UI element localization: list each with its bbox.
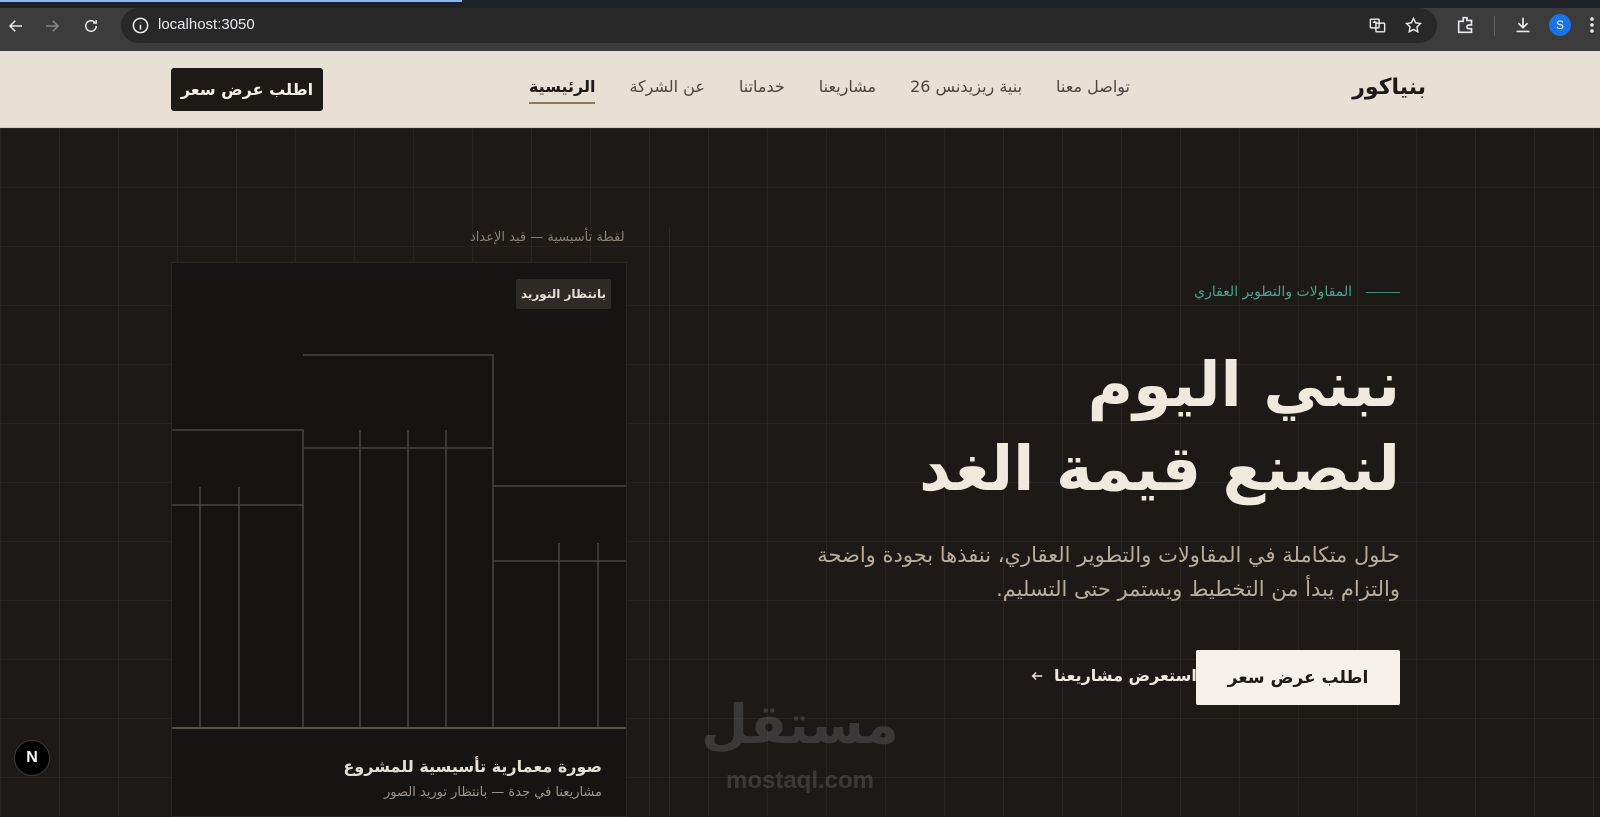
eyebrow-line — [1366, 291, 1400, 293]
info-icon[interactable] — [131, 16, 150, 35]
nav-contact[interactable]: تواصل معنا — [1056, 77, 1130, 104]
divider-line — [669, 228, 670, 817]
architectural-sketch — [172, 354, 626, 729]
reload-icon[interactable] — [77, 12, 105, 40]
nav-about[interactable]: عن الشركة — [629, 77, 704, 104]
nextjs-dev-indicator[interactable]: N — [14, 740, 50, 776]
toolbar-separator — [1494, 16, 1495, 36]
site-header: بنياكور الرئيسية عن الشركة خدماتنا مشاري… — [0, 51, 1600, 128]
forward-icon[interactable] — [38, 12, 66, 40]
active-tab-indicator — [0, 0, 462, 2]
watermark-arabic: مستقل — [701, 693, 899, 756]
status-badge: بانتظار التوريد — [516, 279, 611, 309]
hero-title-line-1: نبني اليوم — [1087, 348, 1400, 421]
hero-title-line-2: لنصنع قيمة الغد — [919, 432, 1400, 505]
back-icon[interactable] — [2, 12, 30, 40]
nav-services[interactable]: خدماتنا — [739, 77, 785, 104]
view-projects-label: استعرض مشاريعنا — [1054, 666, 1197, 685]
hero-quote-button[interactable]: اطلب عرض سعر — [1196, 650, 1400, 705]
hero-description: حلول متكاملة في المقاولات والتطوير العقا… — [817, 543, 1400, 601]
extensions-icon[interactable] — [1455, 14, 1477, 36]
nav-residence-26[interactable]: بنية ريزيدنس 26 — [910, 77, 1022, 104]
watermark-latin: mostaql.com — [725, 767, 875, 794]
project-visual-card: بانتظار التوريد صورة معمارية تأسيسية للم… — [171, 262, 627, 817]
view-projects-link[interactable]: استعرض مشاريعنا — [1030, 666, 1197, 685]
header-quote-button[interactable]: اطلب عرض سعر — [171, 68, 323, 111]
translate-icon[interactable] — [1368, 16, 1387, 35]
menu-icon[interactable] — [1584, 14, 1600, 36]
url-text[interactable]: localhost:3050 — [158, 16, 255, 33]
hero-eyebrow: المقاولات والتطوير العقاري — [1194, 284, 1400, 300]
main-nav: الرئيسية عن الشركة خدماتنا مشاريعنا بنية… — [528, 77, 1130, 104]
brand-logo[interactable]: بنياكور — [1352, 75, 1426, 100]
mostaql-watermark: مستقل mostaql.com — [700, 693, 900, 813]
visual-subtitle: مشاريعنا في جدة — بانتظار توريد الصور — [383, 785, 602, 800]
nav-home[interactable]: الرئيسية — [528, 77, 596, 104]
hero-title: نبني اليوم لنصنع قيمة الغد — [919, 343, 1400, 511]
nav-projects[interactable]: مشاريعنا — [819, 77, 876, 104]
visual-title: صورة معمارية تأسيسية للمشروع — [343, 757, 602, 776]
download-icon[interactable] — [1512, 14, 1534, 36]
hero-section: المقاولات والتطوير العقاري نبني اليوم لن… — [0, 128, 1600, 817]
arrow-left-icon — [1031, 671, 1043, 680]
visual-caption: لقطة تأسيسية — قيد الإعداد — [470, 230, 625, 245]
address-bar[interactable]: localhost:3050 — [121, 8, 1437, 43]
star-icon[interactable] — [1404, 16, 1423, 35]
browser-toolbar: localhost:3050 S — [0, 0, 1600, 51]
profile-avatar[interactable]: S — [1549, 14, 1571, 36]
eyebrow-text: المقاولات والتطوير العقاري — [1194, 284, 1352, 300]
